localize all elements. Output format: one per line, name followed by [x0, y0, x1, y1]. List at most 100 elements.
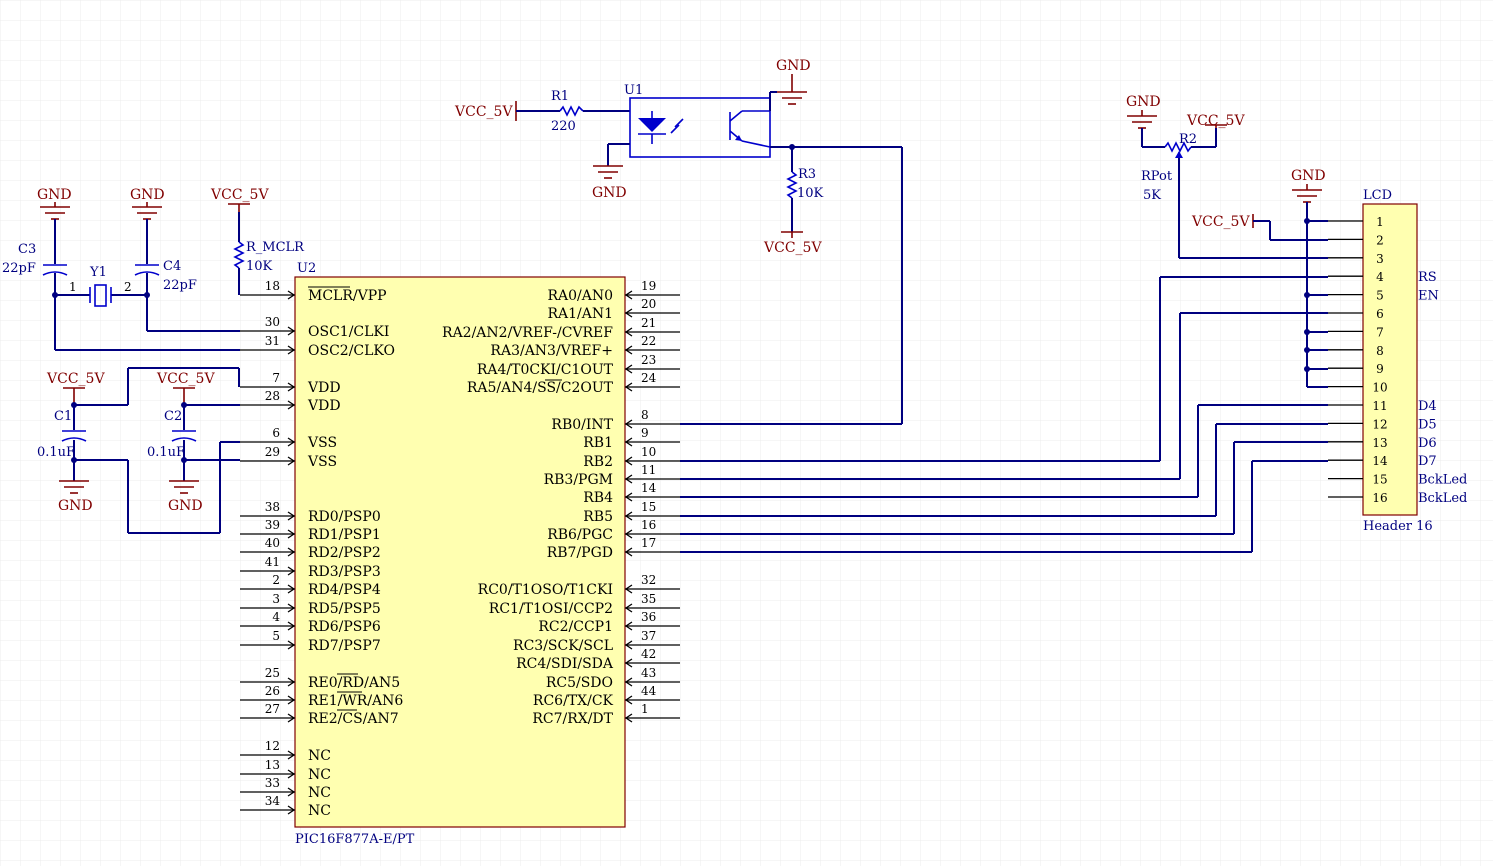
- gnd-label: GND: [37, 187, 72, 203]
- pin-name: RA1/AN1: [547, 306, 613, 322]
- gnd-label: GND: [1291, 168, 1326, 184]
- pin-number: 44: [641, 684, 657, 698]
- pin-name: RC6/TX/CK: [533, 693, 614, 709]
- pin-name: OSC2/CLKO: [308, 343, 395, 359]
- r2-ref: R2: [1179, 132, 1197, 147]
- lcd-pin-number: 5: [1376, 289, 1384, 303]
- lcd-pin-label: D5: [1418, 417, 1437, 432]
- lcd-pin-number: 6: [1376, 307, 1384, 321]
- pin-name: RC0/T1OSO/T1CKI: [478, 582, 613, 598]
- pin-name: NC: [308, 803, 331, 819]
- pin-name: RD5/PSP5: [308, 601, 381, 617]
- lcd-body[interactable]: [1362, 203, 1418, 516]
- lcd-pin-number: 1: [1376, 215, 1384, 229]
- c1-value: 0.1uF: [37, 445, 75, 460]
- pin-number: 26: [265, 684, 280, 698]
- pin-name: RA2/AN2/VREF-/CVREF: [442, 325, 613, 341]
- lcd-pin-number: 3: [1376, 252, 1384, 266]
- pin-number: 9: [641, 426, 649, 440]
- vcc-label: VCC_5V: [1191, 214, 1250, 230]
- pin-number: 31: [265, 334, 280, 348]
- gnd-label: GND: [592, 185, 627, 201]
- c2-ref: C2: [164, 409, 182, 424]
- pin-name: RB3/PGM: [544, 472, 613, 488]
- schematic-canvas: U2 PIC16F877A-E/PT 18MCLR/VPP30OSC1/CLKI…: [0, 0, 1493, 866]
- vcc-label: VCC_5V: [156, 371, 215, 387]
- lcd-pin-number: 15: [1372, 473, 1387, 487]
- pin-number: 15: [641, 500, 656, 514]
- grid-background: [0, 0, 1493, 866]
- mcu-part: PIC16F877A-E/PT: [295, 832, 415, 847]
- vcc-label: VCC_5V: [763, 240, 822, 256]
- pin-number: 42: [641, 647, 656, 661]
- pin-name: RE1/WR/AN6: [308, 693, 403, 709]
- lcd-pin-number: 8: [1376, 344, 1384, 358]
- pin-number: 6: [272, 426, 280, 440]
- pin-number: 36: [641, 610, 656, 624]
- pin-number: 20: [641, 297, 656, 311]
- pin-name: NC: [308, 748, 331, 764]
- r-mclr-ref: R_MCLR: [246, 240, 305, 255]
- y1-pin1: 1: [69, 280, 77, 294]
- pin-name: OSC1/CLKI: [308, 324, 389, 340]
- y1-ref: Y1: [89, 265, 107, 280]
- pin-name: RD1/PSP1: [308, 527, 381, 543]
- lcd-ref: LCD: [1363, 188, 1392, 203]
- lcd-pin-label: BckLed: [1418, 491, 1467, 506]
- pin-number: 35: [641, 592, 656, 606]
- pin-number: 1: [641, 702, 649, 716]
- pin-number: 39: [265, 518, 280, 532]
- c3-value: 22pF: [2, 261, 36, 276]
- pin-number: 40: [265, 536, 280, 550]
- r2-type: RPot: [1141, 169, 1173, 184]
- lcd-pin-number: 4: [1376, 270, 1384, 284]
- r1-value: 220: [551, 119, 576, 134]
- pin-name: RA0/AN0: [547, 288, 613, 304]
- pin-number: 8: [641, 408, 649, 422]
- r1-ref: R1: [551, 89, 569, 104]
- pin-number: 30: [265, 315, 280, 329]
- mcu-u2[interactable]: U2 PIC16F877A-E/PT 18MCLR/VPP30OSC1/CLKI…: [240, 261, 680, 847]
- pin-name: RB5: [583, 509, 613, 525]
- pin-number: 32: [641, 573, 656, 587]
- gnd-label: GND: [168, 498, 203, 514]
- lcd-pin-number: 9: [1376, 362, 1384, 376]
- lcd-pin-number: 7: [1376, 325, 1384, 339]
- lcd-pin-label: RS: [1418, 270, 1437, 285]
- pin-number: 12: [265, 739, 280, 753]
- pin-name: RB2: [583, 454, 613, 470]
- pin-number: 41: [265, 555, 280, 569]
- pin-number: 34: [265, 794, 281, 808]
- pin-number: 3: [272, 592, 280, 606]
- c3-ref: C3: [18, 242, 36, 257]
- pin-name: RC1/T1OSI/CCP2: [489, 601, 613, 617]
- pin-number: 38: [265, 500, 280, 514]
- pin-number: 43: [641, 666, 656, 680]
- pin-number: 25: [265, 666, 280, 680]
- pin-number: 18: [265, 279, 280, 293]
- y1-pin2: 2: [124, 280, 132, 294]
- pin-name: RC4/SDI/SDA: [516, 656, 614, 672]
- lcd-pin-label: EN: [1418, 289, 1439, 304]
- vcc-label: VCC_5V: [454, 104, 513, 120]
- pin-name: RC5/SDO: [546, 675, 613, 691]
- c4-ref: C4: [163, 259, 181, 274]
- lcd-pin-number: 16: [1372, 491, 1387, 505]
- c2-value: 0.1uF: [147, 445, 185, 460]
- r3-value: 10K: [797, 186, 824, 201]
- mcu-ref: U2: [297, 261, 316, 276]
- pin-name: RE2/CS/AN7: [308, 711, 399, 727]
- pin-number: 7: [272, 371, 280, 385]
- lcd-pin-number: 10: [1372, 381, 1387, 395]
- pin-name: MCLR/VPP: [308, 288, 387, 304]
- pin-name: RC3/SCK/SCL: [513, 638, 613, 654]
- pin-name: RD7/PSP7: [308, 638, 381, 654]
- pin-number: 13: [265, 758, 280, 772]
- pin-name: VSS: [307, 435, 337, 451]
- pin-name: RB7/PGD: [547, 545, 613, 561]
- pin-number: 27: [265, 702, 280, 716]
- pin-number: 2: [272, 573, 280, 587]
- lcd-pin-number: 2: [1376, 233, 1384, 247]
- gnd-label: GND: [130, 187, 165, 203]
- pin-name: RB1: [583, 435, 613, 451]
